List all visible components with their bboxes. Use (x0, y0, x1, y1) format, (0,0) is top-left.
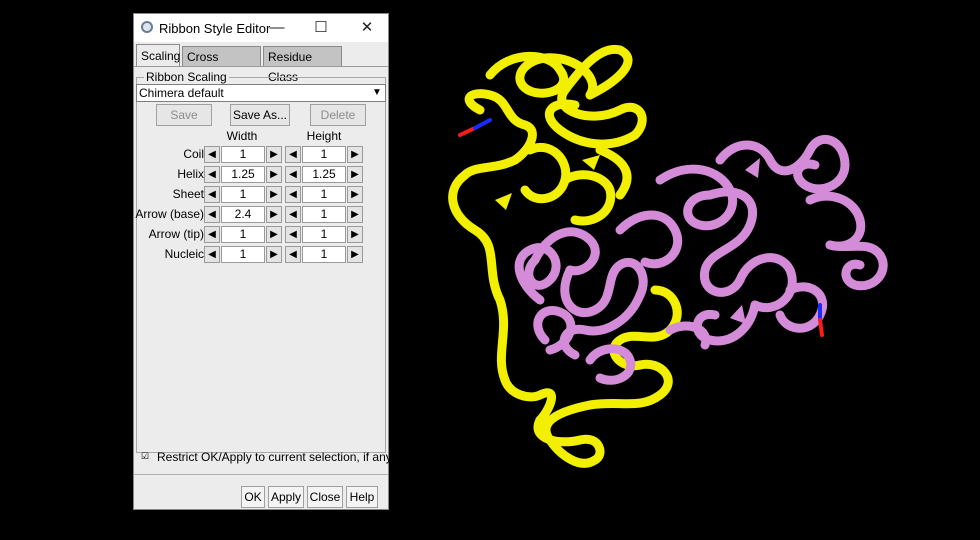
width-value[interactable]: 1 (221, 246, 265, 263)
height-decrement-icon[interactable]: ◀ (285, 246, 301, 263)
tab-bar: Scaling Cross Section Residue Class (136, 44, 388, 84)
checkmark-icon[interactable]: ☑ (141, 451, 151, 461)
save-button[interactable]: Save (156, 104, 212, 126)
row-label: Arrow (tip) (148, 227, 204, 241)
width-increment-icon[interactable]: ▶ (266, 206, 282, 223)
chain-a-ribbon (448, 44, 682, 468)
scaling-row-sheet: Sheet ◀ 1 ▶ ◀ 1 ▶ (134, 185, 390, 205)
scaling-row-coil: Coil ◀ 1 ▶ ◀ 1 ▶ (134, 145, 390, 165)
apply-button[interactable]: Apply (268, 486, 304, 508)
help-button[interactable]: Help (346, 486, 378, 508)
ok-button[interactable]: OK (241, 486, 265, 508)
width-decrement-icon[interactable]: ◀ (204, 166, 220, 183)
ribbon-style-editor-dialog: Ribbon Style Editor — ☐ ✕ Scaling Cross … (133, 13, 392, 510)
restrict-selection-label: Restrict OK/Apply to current selection, … (157, 450, 392, 464)
preset-dropdown[interactable]: Chimera default ▼ (136, 84, 386, 102)
width-value[interactable]: 2.4 (221, 206, 265, 223)
width-decrement-icon[interactable]: ◀ (204, 226, 220, 243)
width-decrement-icon[interactable]: ◀ (204, 186, 220, 203)
height-value[interactable]: 1 (302, 206, 346, 223)
row-label: Nucleic (164, 247, 204, 261)
window-title: Ribbon Style Editor (159, 21, 271, 36)
height-decrement-icon[interactable]: ◀ (285, 186, 301, 203)
title-bar[interactable]: Ribbon Style Editor — ☐ ✕ (134, 14, 388, 42)
width-increment-icon[interactable]: ▶ (266, 186, 282, 203)
app-icon (141, 21, 153, 33)
height-increment-icon[interactable]: ▶ (347, 146, 363, 163)
preset-value: Chimera default (139, 86, 224, 100)
width-increment-icon[interactable]: ▶ (266, 226, 282, 243)
width-increment-icon[interactable]: ▶ (266, 246, 282, 263)
height-increment-icon[interactable]: ▶ (347, 206, 363, 223)
height-value[interactable]: 1 (302, 246, 346, 263)
width-increment-icon[interactable]: ▶ (266, 146, 282, 163)
width-increment-icon[interactable]: ▶ (266, 166, 282, 183)
width-decrement-icon[interactable]: ◀ (204, 146, 220, 163)
height-increment-icon[interactable]: ▶ (347, 226, 363, 243)
tab-scaling[interactable]: Scaling (136, 44, 180, 66)
width-value[interactable]: 1.25 (221, 166, 265, 183)
height-increment-icon[interactable]: ▶ (347, 166, 363, 183)
width-column-header: Width (226, 129, 258, 143)
minimize-button[interactable]: — (260, 14, 294, 42)
dropdown-arrow-icon[interactable]: ▼ (369, 85, 385, 101)
height-increment-icon[interactable]: ▶ (347, 186, 363, 203)
maximize-button[interactable]: ☐ (304, 14, 338, 42)
height-value[interactable]: 1.25 (302, 166, 346, 183)
width-value[interactable]: 1 (221, 186, 265, 203)
width-decrement-icon[interactable]: ◀ (204, 206, 220, 223)
tab-divider (134, 66, 388, 67)
scaling-row-arrow-tip: Arrow (tip) ◀ 1 ▶ ◀ 1 ▶ (134, 225, 390, 245)
ribbon-model (448, 44, 888, 468)
close-button[interactable]: Close (307, 486, 343, 508)
ribbon-scaling-label: Ribbon Scaling (144, 70, 229, 84)
height-decrement-icon[interactable]: ◀ (285, 206, 301, 223)
height-value[interactable]: 1 (302, 226, 346, 243)
height-value[interactable]: 1 (302, 186, 346, 203)
close-window-button[interactable]: ✕ (350, 14, 384, 42)
tab-cross-section[interactable]: Cross Section (182, 46, 261, 84)
delete-button[interactable]: Delete (310, 104, 366, 126)
row-label: Helix (177, 167, 204, 181)
height-increment-icon[interactable]: ▶ (347, 246, 363, 263)
width-value[interactable]: 1 (221, 226, 265, 243)
width-decrement-icon[interactable]: ◀ (204, 246, 220, 263)
row-label: Coil (183, 147, 204, 161)
scaling-row-arrow-base: Arrow (base) ◀ 2.4 ▶ ◀ 1 ▶ (134, 205, 390, 225)
save-as-button[interactable]: Save As... (230, 104, 290, 126)
height-decrement-icon[interactable]: ◀ (285, 166, 301, 183)
width-value[interactable]: 1 (221, 146, 265, 163)
row-label: Arrow (base) (135, 207, 204, 221)
tab-residue-class[interactable]: Residue Class (263, 46, 342, 84)
height-decrement-icon[interactable]: ◀ (285, 146, 301, 163)
row-label: Sheet (172, 187, 204, 201)
button-divider (134, 474, 388, 475)
molecular-viewer[interactable] (390, 0, 980, 537)
height-column-header: Height (306, 129, 342, 143)
height-value[interactable]: 1 (302, 146, 346, 163)
scaling-row-helix: Helix ◀ 1.25 ▶ ◀ 1.25 ▶ (134, 165, 390, 185)
height-decrement-icon[interactable]: ◀ (285, 226, 301, 243)
scaling-row-nucleic: Nucleic ◀ 1 ▶ ◀ 1 ▶ (134, 245, 390, 265)
